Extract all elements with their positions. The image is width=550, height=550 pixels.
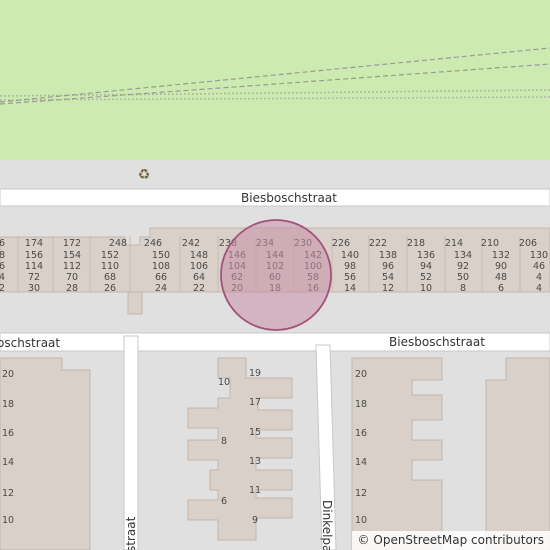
house-number: 130 [530,250,548,261]
house-number: 246 [144,238,162,249]
copyright-symbol: © [357,533,370,547]
street-label-lower-left: oschstraat [0,336,60,350]
house-number: 18 [2,399,14,410]
house-number: 110 [101,261,119,272]
house-number: 6 [498,283,504,294]
house-number: 150 [152,250,170,261]
house-number: 6 [0,238,5,249]
house-number: 24 [155,283,167,294]
attribution-link[interactable]: OpenStreetMap contributors [373,533,544,547]
house-number: 112 [63,261,81,272]
house-number: 138 [379,250,397,261]
house-number: 132 [492,250,510,261]
house-number: 8 [221,436,227,447]
house-number: 64 [193,272,205,283]
location-marker-circle[interactable] [220,219,332,331]
house-number: 15 [249,427,261,438]
street-label-lower-right: Biesboschstraat [389,335,485,349]
house-number: 210 [481,238,499,249]
house-number: 98 [344,261,356,272]
recycling-icon[interactable]: ♻ [138,167,151,183]
house-number: 154 [63,250,81,261]
house-number: 134 [454,250,472,261]
house-number: 20 [355,369,367,380]
house-number: 10 [420,283,432,294]
house-number: 96 [382,261,394,272]
house-number: 10 [218,377,230,388]
map-attribution[interactable]: © OpenStreetMap contributors [351,531,550,550]
house-number: 206 [519,238,537,249]
house-number: 12 [2,488,14,499]
house-number: 19 [249,368,261,379]
house-number: 108 [152,261,170,272]
park-area [0,0,550,160]
house-number: 9 [252,515,258,526]
house-number: 16 [355,428,367,439]
house-number: 54 [382,272,394,283]
house-number: 12 [355,488,367,499]
house-number: 4 [0,272,5,283]
house-number: 20 [2,369,14,380]
house-number: 2 [0,283,5,294]
house-number: 56 [344,272,356,283]
street-label-dinkelpad: Dinkelpa [320,500,334,550]
house-number: 222 [369,238,387,249]
house-number: 214 [445,238,463,249]
house-number: 156 [25,250,43,261]
house-number: 4 [536,283,542,294]
map-canvas[interactable]: Biesboschstraat oschstraat Biesboschstra… [0,0,550,550]
house-number: 136 [417,250,435,261]
house-number: 94 [420,261,432,272]
house-number: 226 [332,238,350,249]
street-label-upper: Biesboschstraat [241,191,337,205]
house-number: 18 [355,399,367,410]
house-number: 26 [104,283,116,294]
house-number: 11 [249,485,261,496]
building-block-lower-mid [187,357,293,541]
house-number: 152 [101,250,119,261]
house-number: 68 [104,272,116,283]
house-number: 114 [25,261,43,272]
house-number: 148 [190,250,208,261]
house-number: 242 [182,238,200,249]
house-number: 22 [193,283,205,294]
house-number: 10 [2,515,14,526]
house-number: 4 [536,272,542,283]
house-number: 50 [457,272,469,283]
house-number: 6 [221,496,227,507]
house-number: 66 [155,272,167,283]
house-number: 13 [249,456,261,467]
building-small [127,291,143,315]
house-number: 174 [25,238,43,249]
street-label-vertical-left: straat [124,516,138,550]
house-number: 12 [382,283,394,294]
house-number: 14 [344,283,356,294]
house-number: 172 [63,238,81,249]
house-number: 248 [109,238,127,249]
house-number: 90 [495,261,507,272]
house-number: 17 [249,397,261,408]
house-number: 46 [533,261,545,272]
house-number: 28 [66,283,78,294]
house-number: 72 [28,272,40,283]
house-number: 218 [407,238,425,249]
house-number: 48 [495,272,507,283]
house-number: 52 [420,272,432,283]
house-number: 16 [2,428,14,439]
building-block-lower-right [351,357,550,550]
house-number: 140 [341,250,359,261]
house-number: 8 [0,250,5,261]
house-number: 6 [0,261,5,272]
house-number: 10 [355,515,367,526]
house-number: 70 [66,272,78,283]
house-number: 106 [190,261,208,272]
house-number: 30 [28,283,40,294]
house-number: 14 [355,457,367,468]
house-number: 8 [460,283,466,294]
house-number: 92 [457,261,469,272]
house-number: 14 [2,457,14,468]
